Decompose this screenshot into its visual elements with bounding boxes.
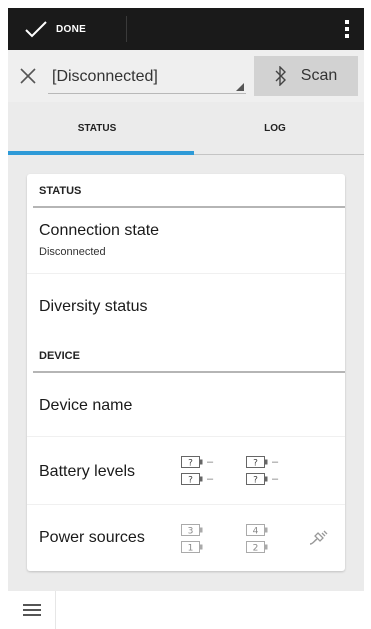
device-toolbar: [Disconnected] Scan (8, 50, 364, 102)
overflow-menu-icon (345, 20, 349, 38)
power-source-item: 3 (181, 523, 203, 537)
battery-icon: 4 (246, 524, 268, 536)
connection-state-row[interactable]: Connection state Disconnected (27, 208, 345, 274)
dropdown-arrow-icon (236, 83, 244, 91)
actionbar-divider (126, 16, 127, 42)
battery-level-item: ? – (246, 455, 278, 469)
battery-icon: 2 (246, 541, 268, 553)
battery-group-right: ? – ? – (246, 455, 278, 486)
device-name-title: Device name (39, 397, 133, 414)
battery-level-label: ? (253, 459, 258, 469)
battery-level-value: – (272, 473, 279, 485)
checkmark-icon (25, 21, 47, 38)
close-button[interactable] (14, 62, 42, 90)
overflow-menu-button[interactable] (336, 8, 358, 50)
power-source-item: 2 (246, 540, 268, 554)
scan-label: Scan (300, 67, 338, 84)
hamburger-menu-icon (22, 604, 41, 616)
bottom-bar (8, 591, 364, 629)
drawer-menu-button[interactable] (8, 591, 56, 629)
battery-icon: 1 (181, 541, 203, 553)
power-sources-row[interactable]: Power sources 3 1 4 2 (27, 505, 345, 571)
power-sources-title: Power sources (39, 529, 145, 546)
scan-button[interactable]: Scan (254, 56, 358, 96)
power-source-label: 3 (188, 527, 194, 537)
battery-icon: ? (246, 473, 268, 485)
section-header-status-label: STATUS (39, 185, 82, 197)
battery-icon: ? (181, 473, 203, 485)
section-header-device-label: DEVICE (39, 350, 80, 362)
connection-state-value: Disconnected (39, 246, 106, 258)
device-name-row[interactable]: Device name (27, 373, 345, 437)
section-header-device: DEVICE (27, 339, 345, 373)
battery-icon: ? (246, 456, 268, 468)
status-card: STATUS Connection state Disconnected Div… (27, 174, 345, 571)
bluetooth-icon (275, 66, 286, 86)
battery-level-item: ? – (181, 455, 213, 469)
battery-level-item: ? – (246, 472, 278, 486)
close-icon (20, 68, 36, 84)
tab-bar: STATUS LOG (8, 102, 364, 155)
power-source-label: 2 (253, 544, 259, 554)
battery-level-value: – (207, 456, 214, 468)
diversity-status-title: Diversity status (39, 298, 148, 315)
power-source-label: 4 (253, 527, 259, 537)
power-source-label: 1 (188, 544, 194, 554)
content-area[interactable]: STATUS Connection state Disconnected Div… (8, 155, 364, 591)
device-spinner-value: [Disconnected] (52, 68, 158, 85)
done-button[interactable]: DONE (8, 8, 126, 50)
power-source-group-left: 3 1 (181, 523, 203, 554)
tab-log[interactable]: LOG (186, 102, 364, 155)
battery-levels-title: Battery levels (39, 463, 136, 480)
diversity-status-row[interactable]: Diversity status (27, 274, 345, 339)
battery-level-label: ? (188, 459, 193, 469)
battery-level-item: ? – (181, 472, 213, 486)
power-source-item: 4 (246, 523, 268, 537)
battery-level-value: – (272, 456, 279, 468)
battery-level-label: ? (188, 476, 193, 486)
connection-state-title: Connection state (39, 222, 160, 239)
battery-level-label: ? (253, 476, 258, 486)
battery-level-value: – (207, 473, 214, 485)
power-source-group-right: 4 2 (246, 523, 268, 554)
battery-icon: 3 (181, 524, 203, 536)
power-plug-icon (309, 530, 328, 545)
device-spinner[interactable]: [Disconnected] (48, 60, 246, 94)
power-source-item: 1 (181, 540, 203, 554)
battery-levels-row[interactable]: Battery levels ? – ? – ? – ? – (27, 437, 345, 505)
tab-status[interactable]: STATUS (8, 102, 186, 155)
action-bar: DONE (8, 8, 364, 50)
battery-group-left: ? – ? – (181, 455, 213, 486)
done-label: DONE (56, 23, 87, 35)
battery-icon: ? (181, 456, 203, 468)
section-header-status: STATUS (27, 174, 345, 208)
